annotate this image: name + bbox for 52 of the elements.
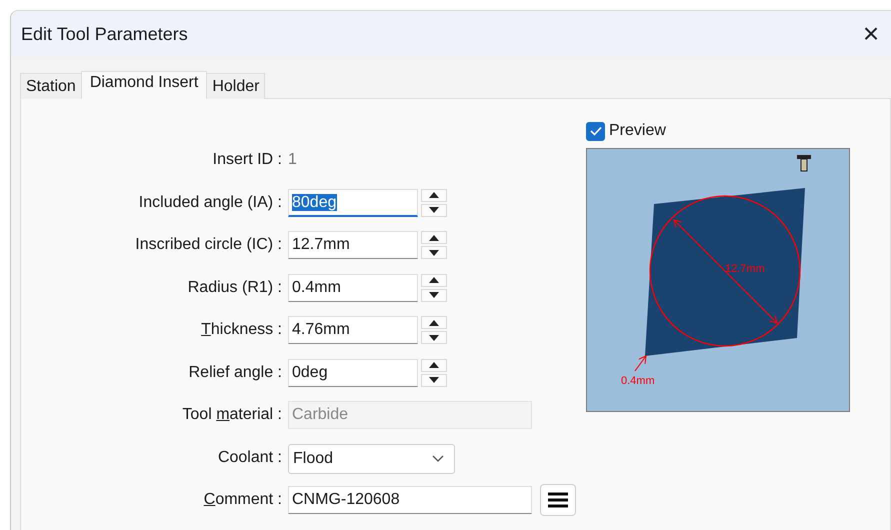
- field-label: Relief angle :: [188, 364, 282, 380]
- spin-down-button[interactable]: [421, 374, 447, 386]
- input-field[interactable]: 4.76mm: [288, 316, 418, 344]
- tab[interactable]: Station: [20, 73, 82, 99]
- spin-up-button[interactable]: [421, 188, 447, 202]
- spin-down-button[interactable]: [421, 204, 447, 216]
- checkbox[interactable]: [586, 122, 605, 140]
- field-label: Inscribed circle (IC) :: [135, 236, 282, 253]
- down-arrow-icon: [429, 207, 439, 213]
- dimension-label: 0.4mm: [621, 375, 655, 387]
- close-button[interactable]: ×: [851, 14, 891, 54]
- field-label: Included angle (IA) :: [138, 194, 282, 210]
- up-arrow-icon: [429, 277, 439, 283]
- up-arrow-icon: [429, 320, 439, 326]
- field-label: Thickness :: [201, 321, 282, 338]
- up-arrow-icon: [429, 234, 439, 240]
- spin-down-button[interactable]: [421, 331, 447, 344]
- spin-up-button[interactable]: [421, 358, 447, 372]
- spin-up-button[interactable]: [421, 316, 447, 329]
- input-field[interactable]: 80deg: [288, 188, 418, 216]
- down-arrow-icon: [429, 250, 439, 256]
- menu-icon: [547, 491, 569, 509]
- window-title: Edit Tool Parameters: [21, 24, 188, 44]
- input-field[interactable]: 0.4mm: [288, 274, 418, 302]
- up-arrow-icon: [429, 362, 439, 368]
- field-label: Radius (R1) :: [188, 278, 282, 296]
- field-value: 1: [288, 150, 297, 170]
- radius-arrow: [634, 356, 646, 372]
- dimension-label: 12.7mm: [725, 263, 765, 275]
- spin-up-button[interactable]: [421, 274, 447, 286]
- checkmark-icon: [590, 126, 602, 136]
- down-arrow-icon: [429, 377, 439, 383]
- input-field[interactable]: 0deg: [288, 358, 418, 386]
- input-field[interactable]: 12.7mm: [288, 231, 418, 259]
- down-arrow-icon: [429, 292, 439, 298]
- chevron-down-icon: [432, 455, 444, 462]
- input-field[interactable]: CNMG-120608: [288, 486, 532, 514]
- screw-icon: [797, 155, 811, 172]
- tab[interactable]: Diamond Insert: [80, 71, 208, 99]
- up-arrow-icon: [429, 192, 439, 198]
- field-label: Insert ID :: [212, 151, 282, 168]
- spin-up-button[interactable]: [421, 231, 447, 244]
- checkbox-label: Preview: [609, 122, 666, 140]
- field-label: Comment :: [204, 491, 282, 508]
- down-arrow-icon: [429, 334, 439, 340]
- spin-down-button[interactable]: [421, 288, 447, 302]
- tab[interactable]: Holder: [206, 73, 266, 99]
- field-label: Coolant :: [218, 448, 282, 466]
- field-label: Tool material :: [182, 406, 282, 423]
- dropdown[interactable]: Flood: [288, 444, 455, 474]
- spin-down-button[interactable]: [421, 246, 447, 259]
- menu-button[interactable]: [540, 484, 576, 516]
